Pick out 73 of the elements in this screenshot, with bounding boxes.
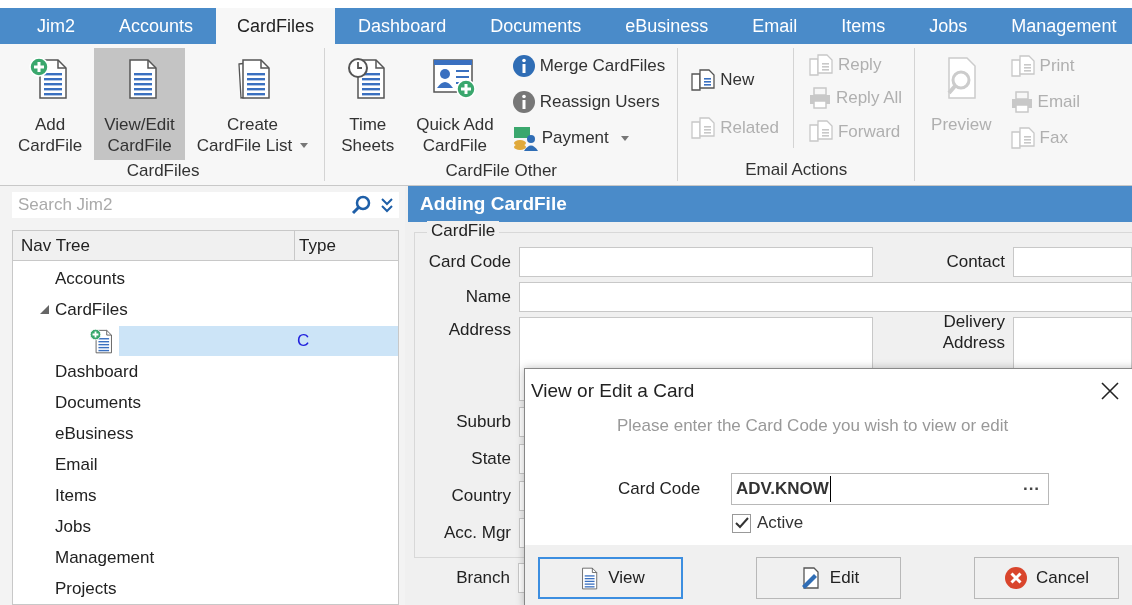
ribbon-tab[interactable]: Dashboard [337,8,468,44]
printer-icon [1009,90,1034,114]
ribbon-tab[interactable]: Jobs [908,8,989,44]
ribbon-tab[interactable]: Documents [469,8,603,44]
tree-item[interactable]: Items [53,482,99,509]
card-code-field[interactable]: ADV.KNOW ··· [731,473,1049,505]
tree-item[interactable]: CardFiles [53,296,130,323]
dialog-button[interactable]: View [538,557,683,599]
ribbon-button[interactable]: Payment [511,120,666,156]
ribbon-button[interactable]: View/Edit CardFile [94,48,185,160]
tree-item[interactable]: Dashboard [53,358,141,385]
checkmark-icon [734,517,749,529]
close-icon[interactable] [1101,382,1119,400]
tree-item[interactable]: Documents [53,389,143,416]
dialog-button[interactable]: Cancel [974,557,1119,599]
info-icon [511,90,536,114]
expanded-triangle-icon[interactable] [40,305,49,314]
ribbon-button[interactable]: Merge CardFiles [511,48,666,84]
tree-item[interactable]: Projects [53,575,119,602]
column-header[interactable]: Type [295,231,398,260]
add-document-icon [89,327,115,354]
ribbon-tab[interactable]: Jim2 [16,8,96,44]
field-label: Suburb [455,411,512,434]
input-field[interactable] [519,282,1132,312]
tree-item[interactable]: Jobs [53,513,93,540]
ribbon-button[interactable]: Quick Add CardFile [406,48,504,160]
field-label: Contact [945,251,1006,274]
ribbon-tab[interactable]: Email [731,8,819,44]
field-label: Address [447,319,512,341]
tree-item[interactable]: eBusiness [53,420,136,447]
field-label: Name [464,286,512,309]
checkbox-label[interactable]: Active [757,510,804,536]
tree-item[interactable]: Accounts [53,265,127,292]
info-icon [511,54,536,78]
dialog-title: View or Edit a Card [531,378,695,403]
ribbon-button[interactable]: Add CardFile [8,48,93,160]
input-field[interactable] [1013,247,1132,277]
search-field[interactable]: Search Jim2 [18,192,341,218]
checkbox[interactable] [732,513,751,533]
search-bar[interactable]: Search Jim2 [12,192,399,218]
ribbon-tab[interactable]: Items [820,8,907,44]
ribbon-tab[interactable]: CardFiles [216,8,336,44]
tree-item[interactable]: Email [53,451,100,478]
dialog-message: Please enter the Card Code you wish to view or edit [617,415,1010,437]
browse-button[interactable]: ··· [1023,476,1040,502]
ribbon-group-label: Email Actions [745,159,848,181]
tree-item[interactable]: Management [53,544,157,571]
panel-title-bar: Adding CardFile [408,186,1132,222]
field-label: Card Code [618,478,702,501]
search-icon[interactable] [351,195,371,215]
ribbon-tab[interactable]: eBusiness [604,8,730,44]
tree-item[interactable]: C [119,325,398,356]
cancel-icon [1004,566,1029,590]
field-label: Acc. Mgr [442,522,512,545]
ribbon-button[interactable]: Create CardFile List [186,48,319,160]
field-label: Card Code [427,251,512,274]
ribbon-group-label: CardFiles [126,160,200,182]
printer-icon [807,86,832,110]
dialog-button[interactable]: Edit [756,557,901,599]
field-label: Delivery Address [941,311,1006,353]
field-label: Branch [455,567,511,590]
ribbon-button[interactable]: New [690,62,779,98]
ribbon-button[interactable]: Time Sheets [331,48,405,160]
ribbon-button[interactable]: Reassign Users [511,84,666,120]
ribbon-tab[interactable]: Accounts [98,8,215,44]
double-chevron-icon[interactable] [381,197,393,213]
ribbon-tab[interactable]: Management [990,8,1132,44]
field-label: State [470,448,512,471]
field-label: Country [450,485,512,508]
column-header[interactable]: Nav Tree [13,231,295,260]
ribbon-group-label: CardFile Other [445,160,557,182]
input-field[interactable] [519,247,873,277]
contact-card-add-icon [431,56,478,100]
